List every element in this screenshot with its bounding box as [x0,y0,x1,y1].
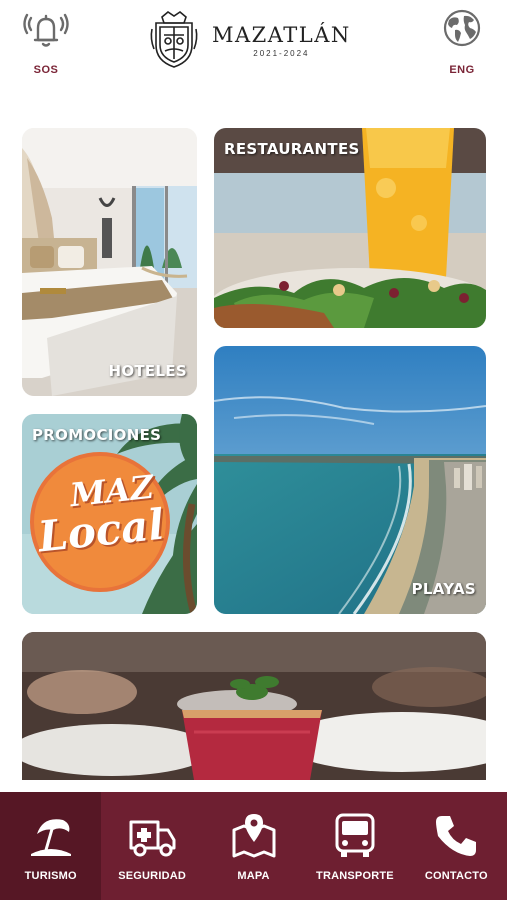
bottom-navigation: TURISMO SEGURIDAD MAPA TRANSPORTE CONTAC… [0,792,507,900]
bus-icon [335,813,375,857]
promociones-tile[interactable]: PROMOCIONES MAZ Local [22,414,197,614]
nav-item-mapa[interactable]: MAPA [203,792,304,900]
nav-label-mapa: MAPA [237,870,270,882]
alarm-bell-icon [23,13,69,47]
restaurant-dish-image [214,128,486,328]
restaurantes-tile[interactable]: RESTAURANTES [214,128,486,328]
drinks-tile[interactable] [22,632,486,780]
sos-button[interactable]: SOS [16,8,76,76]
nav-item-contacto[interactable]: CONTACTO [406,792,507,900]
beach-aerial-image [214,346,486,614]
nav-item-transporte[interactable]: TRANSPORTE [304,792,405,900]
nav-label-contacto: CONTACTO [424,870,488,882]
playas-label: PLAYAS [411,580,476,598]
mazatlan-logo: MAZATLÁN 2021-2024 [148,6,368,74]
nav-item-seguridad[interactable]: SEGURIDAD [101,792,202,900]
hotel-room-image [22,128,197,396]
sos-label: SOS [33,64,59,76]
nav-label-transporte: TRANSPORTE [316,870,394,882]
globe-icon [443,9,481,47]
language-button[interactable]: ENG [432,8,492,76]
beach-umbrella-icon [30,819,71,856]
cocktail-table-image [22,632,486,780]
nav-item-turismo[interactable]: TURISMO [0,792,102,900]
hoteles-label: HOTELES [108,362,187,380]
playas-tile[interactable]: PLAYAS [214,346,486,614]
phone-icon [436,816,477,856]
city-crest-icon [150,11,198,68]
logo-city-name: MAZATLÁN [212,22,351,47]
nav-label-turismo: TURISMO [24,870,77,882]
map-pin-icon [232,814,276,858]
logo-years: 2021-2024 [253,48,310,58]
language-label: ENG [449,64,475,76]
ambulance-icon [129,820,176,857]
app-header: SOS MAZATLÁN 2021-2024 ENG [0,0,507,100]
promociones-label: PROMOCIONES [32,426,162,444]
restaurantes-label: RESTAURANTES [224,140,360,158]
nav-label-seguridad: SEGURIDAD [118,870,187,882]
hoteles-tile[interactable]: HOTELES [22,128,197,396]
